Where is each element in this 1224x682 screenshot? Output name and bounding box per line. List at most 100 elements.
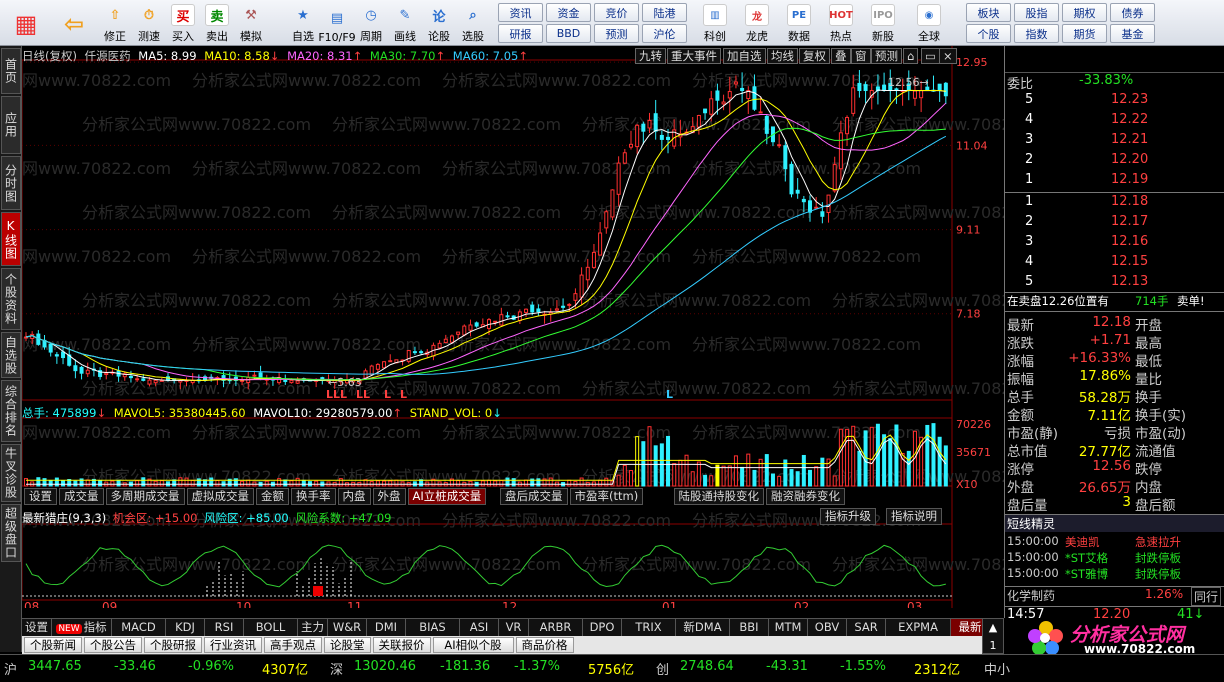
indicator-help-button[interactable]: 指标说明 xyxy=(886,508,942,525)
volume-tab-设置[interactable]: 设置 xyxy=(24,488,57,505)
indicator-tab-主力[interactable]: 主力 xyxy=(298,619,328,637)
quick-link-陆港[interactable]: 陆港 xyxy=(642,3,687,22)
indicator-tab-TRIX[interactable]: TRIX xyxy=(622,619,676,637)
buy-level-row[interactable]: 3 12.16 xyxy=(1005,234,1224,254)
buy-level-row[interactable]: 1 12.18 xyxy=(1005,194,1224,214)
toolbar-buy-button[interactable]: 买买入 xyxy=(168,2,198,44)
indicator-tab-指标平台[interactable]: NEW指标平台 xyxy=(52,619,112,653)
market-link-个股[interactable]: 个股 xyxy=(966,24,1011,43)
market-link-股指[interactable]: 股指 xyxy=(1014,3,1059,22)
toolbar-period-button[interactable]: ◷ 周期 xyxy=(356,2,386,44)
indicator-tab-KDJ[interactable]: KDJ xyxy=(166,619,205,637)
quick-link-研报[interactable]: 研报 xyxy=(498,24,543,43)
left-tab-分时图[interactable]: 分时图 xyxy=(1,156,21,210)
home-icon[interactable]: ⌂ xyxy=(903,48,919,64)
volume-tab-换手率[interactable]: 换手率 xyxy=(291,488,336,505)
news-tab-个股研报[interactable]: 个股研报 xyxy=(144,637,202,653)
quick-link-沪伦[interactable]: 沪伦 xyxy=(642,24,687,43)
short-elf-item[interactable]: 15:00:00 美迪凯 急速拉升 xyxy=(1005,534,1224,550)
toolbar-pe-button[interactable]: PE 数据 xyxy=(780,2,818,44)
indicator-tab-RSI[interactable]: RSI xyxy=(205,619,244,637)
chart-button-复权[interactable]: 复权 xyxy=(799,48,830,64)
quick-link-预测[interactable]: 预测 xyxy=(594,24,639,43)
toolbar-magnifier-button[interactable]: ⌕ 选股 xyxy=(458,2,488,44)
toolbar-clock-button[interactable]: ⏱ 测速 xyxy=(134,2,164,44)
sell-level-row[interactable]: 2 12.20 xyxy=(1005,152,1224,172)
buy-level-row[interactable]: 4 12.15 xyxy=(1005,254,1224,274)
sector-peer-button[interactable]: 同行 xyxy=(1191,587,1222,606)
toolbar-back-arrow-button[interactable]: ⇦ xyxy=(52,2,96,44)
news-tab-商品价格[interactable]: 商品价格 xyxy=(515,637,574,653)
sell-level-row[interactable]: 4 12.22 xyxy=(1005,112,1224,132)
index-name[interactable]: 创 xyxy=(656,659,669,678)
sell-level-row[interactable]: 3 12.21 xyxy=(1005,132,1224,152)
indicator-tab-ASI[interactable]: ASI xyxy=(460,619,499,637)
left-tab-应用[interactable]: 应用 xyxy=(1,96,21,154)
indicator-upgrade-button[interactable]: 指标升级 xyxy=(820,508,876,525)
indicator-tab-OBV[interactable]: OBV xyxy=(808,619,847,637)
left-tab-K线图[interactable]: K线图 xyxy=(1,212,21,266)
toolbar-f10-button[interactable]: ▤ F10/F9 xyxy=(318,2,355,45)
short-elf-item[interactable]: 15:00:00 *ST艾格 封跌停板 xyxy=(1005,550,1224,566)
market-link-指数[interactable]: 指数 xyxy=(1014,24,1059,43)
toolbar-star-button[interactable]: ★ 自选 xyxy=(288,2,318,44)
left-tab-牛叉诊股[interactable]: 牛叉诊股 xyxy=(1,444,21,502)
short-elf-item[interactable]: 15:00:00 *ST雅博 封跌停板 xyxy=(1005,566,1224,582)
volume-tab-外盘[interactable]: 外盘 xyxy=(372,488,406,505)
quick-link-竞价[interactable]: 竞价 xyxy=(594,3,639,22)
indicator-tab-EXPMA[interactable]: EXPMA xyxy=(886,619,951,637)
indicator-tab-MTM[interactable]: MTM xyxy=(769,619,808,637)
news-tab-AI相似个股[interactable]: AI相似个股 xyxy=(432,637,514,653)
index-name[interactable]: 深 xyxy=(330,659,343,678)
chart-button-重大事件[interactable]: 重大事件 xyxy=(667,48,721,64)
sell-level-row[interactable]: 1 12.19 xyxy=(1005,172,1224,192)
volume-tab-金额[interactable]: 金额 xyxy=(256,488,289,505)
market-link-期权[interactable]: 期权 xyxy=(1062,3,1107,22)
indicator-tab-新DMA[interactable]: 新DMA xyxy=(676,619,730,637)
indicator-tab-设置[interactable]: 设置 xyxy=(22,619,52,637)
chart-button-窗[interactable]: 窗 xyxy=(851,48,871,64)
window-icon[interactable]: ▭ xyxy=(921,48,940,64)
index-name[interactable]: 沪 xyxy=(4,659,17,678)
indicator-tab-BOLL[interactable]: BOLL xyxy=(244,619,298,637)
volume-tab-盘后成交量[interactable]: 盘后成交量 xyxy=(500,488,568,505)
indicator-tab-DMI[interactable]: DMI xyxy=(367,619,406,637)
quick-link-资金[interactable]: 资金 xyxy=(546,3,591,22)
chart-button-均线[interactable]: 均线 xyxy=(767,48,798,64)
news-tab-个股新闻[interactable]: 个股新闻 xyxy=(24,637,82,653)
chart-button-叠[interactable]: 叠 xyxy=(831,48,851,64)
indicator-tab-DPO[interactable]: DPO xyxy=(583,619,622,637)
volume-tab-内盘[interactable]: 内盘 xyxy=(337,488,371,505)
news-tab-高手观点[interactable]: 高手观点 xyxy=(264,637,322,653)
close-icon[interactable]: × xyxy=(939,48,957,64)
toolbar-dragon-button[interactable]: 龙龙虎 xyxy=(738,2,776,44)
left-tab-综合排名[interactable]: 综合排名 xyxy=(1,380,21,442)
volume-tab-市盈率(ttm)[interactable]: 市盈率(ttm) xyxy=(569,488,644,505)
news-tab-论股堂[interactable]: 论股堂 xyxy=(324,637,371,653)
quick-link-资讯[interactable]: 资讯 xyxy=(498,3,543,22)
volume-tab-虚拟成交量[interactable]: 虚拟成交量 xyxy=(186,488,254,505)
left-tab-个股资料[interactable]: 个股资料 xyxy=(1,268,21,330)
panel-expand-button[interactable]: ▲ 1 xyxy=(982,618,1004,654)
indicator-tab-SAR[interactable]: SAR xyxy=(847,619,886,637)
news-tab-关联报价[interactable]: 关联报价 xyxy=(372,637,431,653)
toolbar-hammer-button[interactable]: ⚒ 模拟 xyxy=(236,2,266,44)
volume-tab-多周期成交量[interactable]: 多周期成交量 xyxy=(105,488,185,505)
toolbar-pen-button[interactable]: ✎ 画线 xyxy=(390,2,420,44)
market-link-期货[interactable]: 期货 xyxy=(1062,24,1107,43)
buy-level-row[interactable]: 5 12.13 xyxy=(1005,274,1224,294)
news-tab-行业资讯[interactable]: 行业资讯 xyxy=(204,637,262,653)
sell-level-row[interactable]: 5 12.23 xyxy=(1005,92,1224,112)
toolbar-kechuang-button[interactable]: ▥ 科创 xyxy=(696,2,734,44)
toolbar-sell-button[interactable]: 卖卖出 xyxy=(202,2,232,44)
toolbar-up-arrow-button[interactable]: ⇧ 修正 xyxy=(100,2,130,44)
left-tab-超级盘口[interactable]: 超级盘口 xyxy=(1,504,21,562)
left-tab-自选股[interactable]: 自选股 xyxy=(1,332,21,378)
indicator-tab-ARBR[interactable]: ARBR xyxy=(529,619,583,637)
indicator-tab-MACD[interactable]: MACD xyxy=(112,619,166,637)
sector-row[interactable]: 化学制药 1.26% 同行 xyxy=(1005,586,1224,606)
market-link-债券[interactable]: 债券 xyxy=(1110,3,1155,22)
volume-tab-融资融券变化[interactable]: 融资融券变化 xyxy=(766,488,845,505)
volume-tab-成交量[interactable]: 成交量 xyxy=(59,488,104,505)
toolbar-globe-button[interactable]: ◉ 全球 xyxy=(910,2,948,44)
